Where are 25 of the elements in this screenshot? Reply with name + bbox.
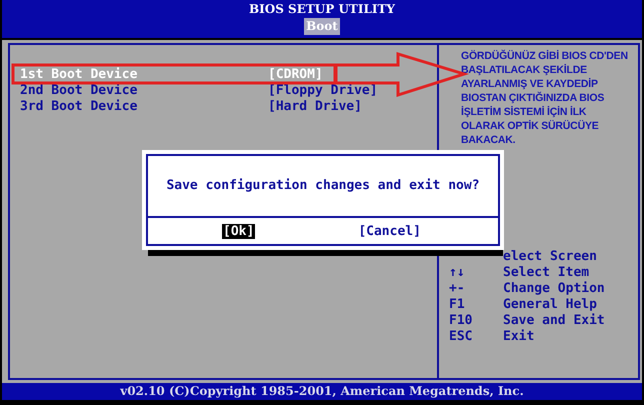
key-label: +- [449,281,465,296]
note-text: BAŞLATILACAK ŞEKİLDE [461,63,588,77]
key-action: Change Option [503,281,605,297]
key-action: Save and Exit [503,313,605,329]
dialog-button[interactable]: [Cancel] [357,224,422,238]
dialog-message: Save configuration changes and exit now? [148,156,498,218]
note-text: GÖRDÜĞÜNÜZ GİBİ BIOS CD'DEN [461,49,629,63]
note-text: AYARLANMIŞ VE KAYDEDİP [461,77,599,91]
key-action: Exit [503,329,534,345]
note-text: İŞLETİM SİSTEMİ İÇİN İLK [461,105,588,119]
key-label: F10 [449,313,472,328]
key-label: F1 [449,297,465,312]
boot-device-item[interactable]: 2nd Boot Device [Floppy Drive] [20,83,437,99]
note-text: OLARAK OPTİK SÜRÜCÜYE [461,119,600,133]
key-action: Select Item [503,265,590,281]
key-label: ESC [449,329,472,344]
key-action: elect Screen [503,249,597,265]
note-text: BIOSTAN ÇIKTIĞINIZDA BIOS [461,91,606,105]
note-text: BAKACAK. [461,133,516,147]
boot-device-item[interactable]: 3rd Boot Device [Hard Drive] [20,99,437,115]
window-title: BIOS SETUP UTILITY [248,1,395,18]
key-action: General Help [503,297,597,313]
key-label: ↑↓ [449,265,465,280]
dialog-button[interactable]: [Ok] [222,224,256,238]
copyright-text: v02.10 (C)Copyright 1985-2001, American Megatrends, Inc. [120,384,524,398]
